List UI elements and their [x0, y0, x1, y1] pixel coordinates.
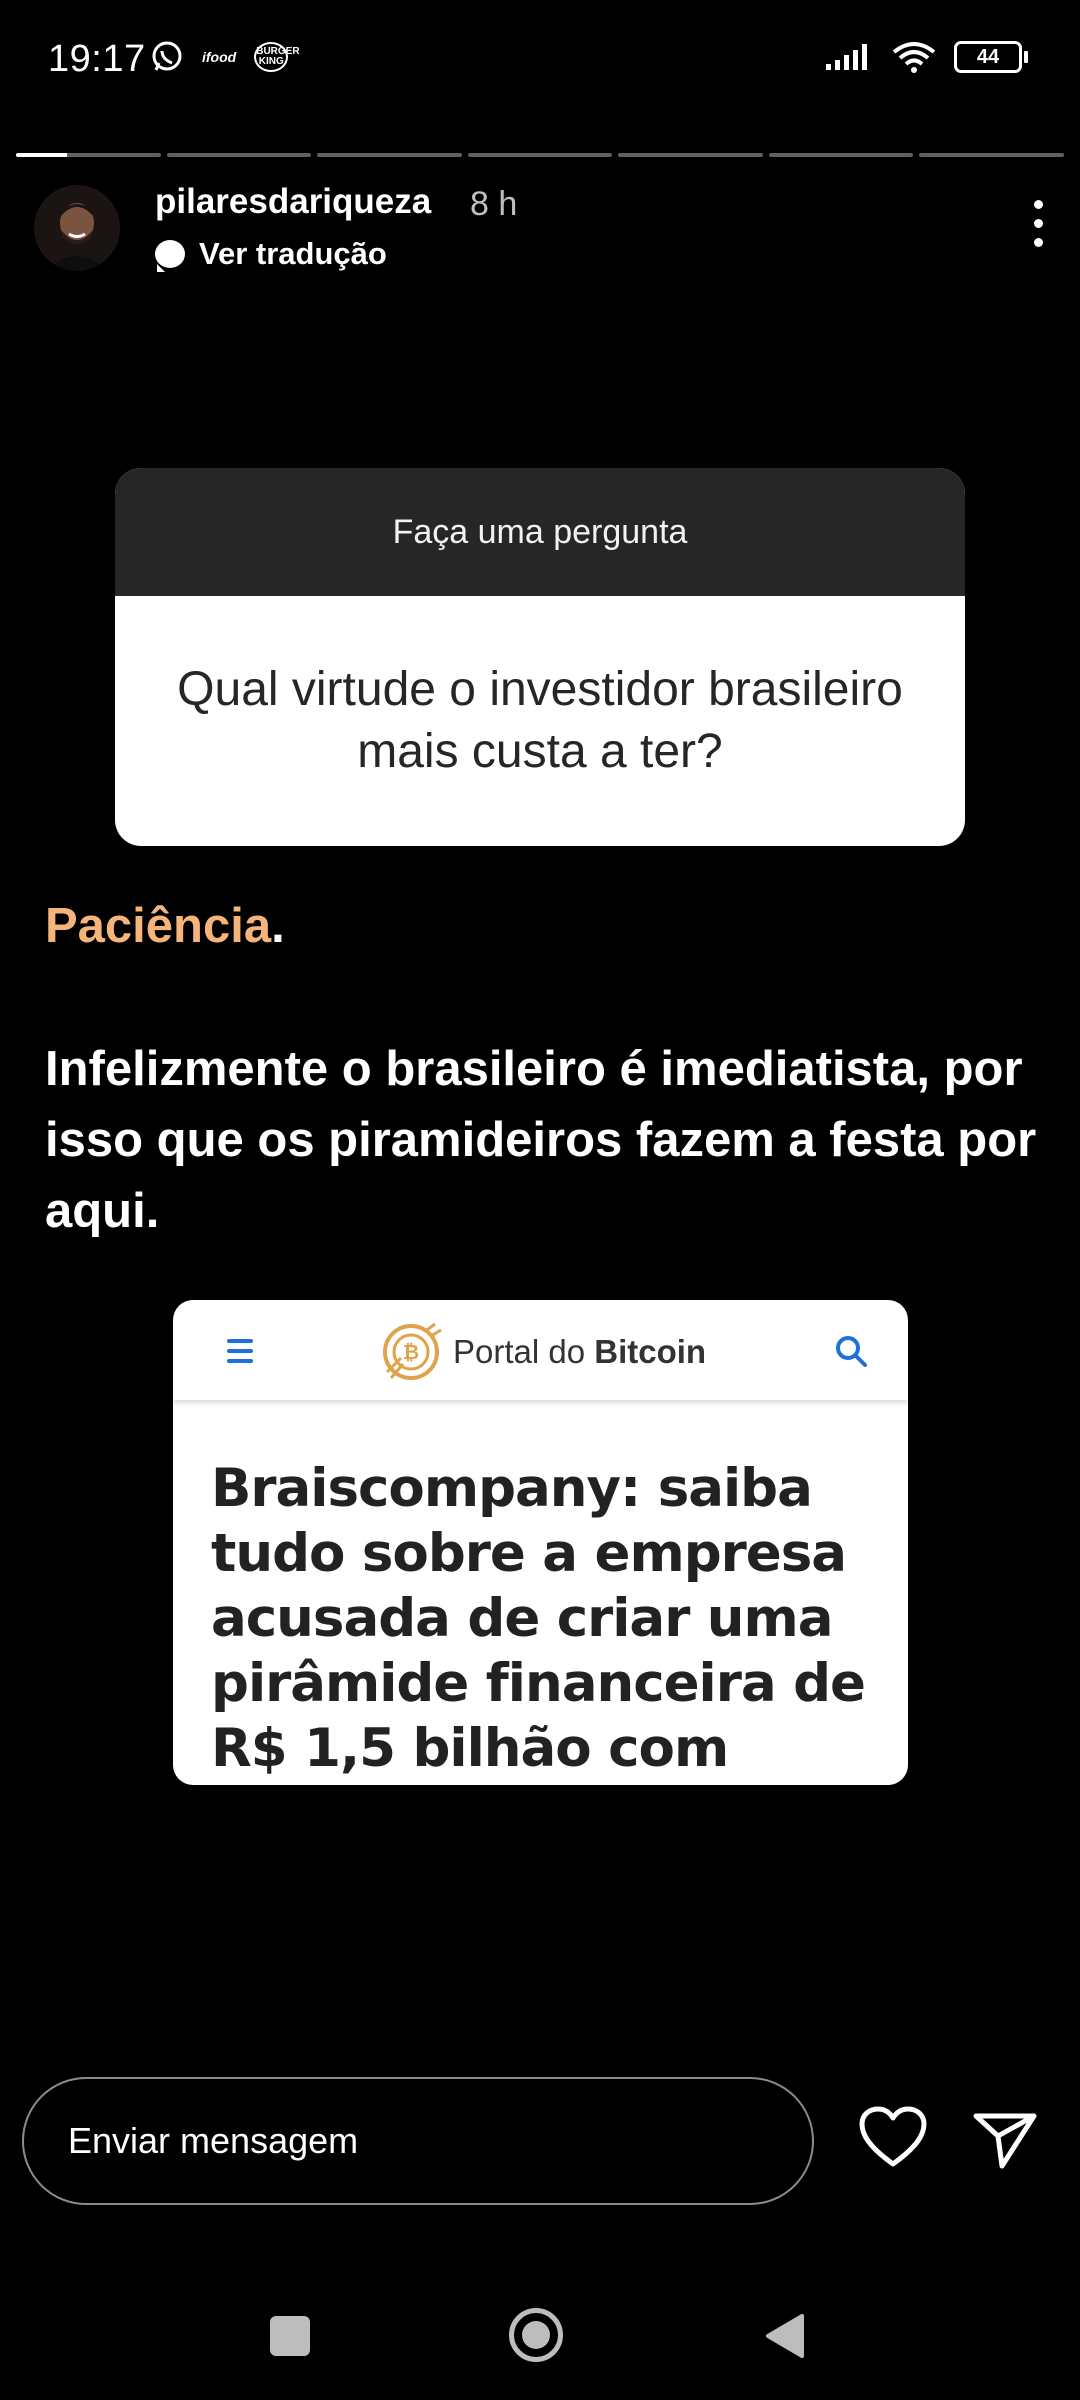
whatsapp-icon [152, 41, 182, 71]
more-options-icon[interactable] [1032, 200, 1044, 247]
news-brand: ₿ Portal do Bitcoin [377, 1318, 706, 1386]
battery-level: 44 [976, 45, 1000, 68]
story-progress-segment [166, 153, 312, 157]
question-sticker-header: Faça uma pergunta [115, 468, 965, 596]
news-headline: Braiscompany: saiba tudo sobre a empresa… [211, 1458, 866, 1785]
signal-icon [826, 44, 867, 70]
heart-icon[interactable] [858, 2106, 928, 2170]
question-text: Qual virtude o investidor brasileiro mai… [177, 663, 903, 778]
status-time: 19:17 [48, 38, 146, 80]
story-progress-segment [768, 153, 914, 157]
ifood-icon: ifood [202, 49, 237, 65]
portal-do-bitcoin-logo-icon: ₿ [383, 1322, 442, 1380]
story-time: 8 h [470, 185, 518, 223]
news-card: ₿ Portal do Bitcoin Braiscompany: saiba … [173, 1300, 908, 1785]
translate-bubble-icon [155, 240, 185, 272]
answer-highlight: Paciência [45, 899, 272, 953]
wifi-icon [892, 42, 936, 73]
story-username[interactable]: pilaresdariqueza [155, 182, 431, 222]
story-progress-segment [467, 153, 613, 157]
burger-king-icon: BURGER KING [254, 42, 300, 72]
send-icon[interactable] [972, 2110, 1038, 2170]
story-progress-segment [317, 153, 462, 157]
story-progress-segment [919, 153, 1065, 157]
status-right: 44 [824, 40, 1028, 74]
search-icon [836, 1336, 867, 1367]
battery-icon: 44 [954, 41, 1028, 73]
send-message-input[interactable]: Enviar mensagem [22, 2077, 814, 2205]
question-sticker[interactable]: Faça uma pergunta Qual virtude o investi… [115, 468, 965, 846]
news-brand-text: Portal do Bitcoin [453, 1333, 707, 1370]
notification-icons: ifood BURGER KING [150, 40, 300, 74]
see-translation-button[interactable]: Ver tradução [155, 236, 387, 272]
answer-body: Infelizmente o brasileiro é imediatista,… [45, 1042, 1037, 1238]
send-message-placeholder: Enviar mensagem [68, 2120, 359, 2161]
answer-title: Paciência. [45, 898, 285, 954]
svg-text:₿: ₿ [403, 1340, 419, 1364]
news-card-header: ₿ Portal do Bitcoin [173, 1300, 908, 1400]
back-button[interactable] [762, 2312, 806, 2360]
avatar[interactable] [34, 185, 120, 271]
avatar-image [34, 185, 120, 271]
story-progress [16, 153, 1065, 157]
home-button[interactable] [509, 2308, 563, 2362]
story-progress-segment [16, 153, 161, 157]
hamburger-menu-icon [227, 1339, 253, 1363]
story-progress-segment [618, 153, 763, 157]
translate-label: Ver tradução [199, 236, 387, 271]
recent-apps-button[interactable] [270, 2316, 310, 2356]
answer-punct: . [271, 899, 285, 953]
